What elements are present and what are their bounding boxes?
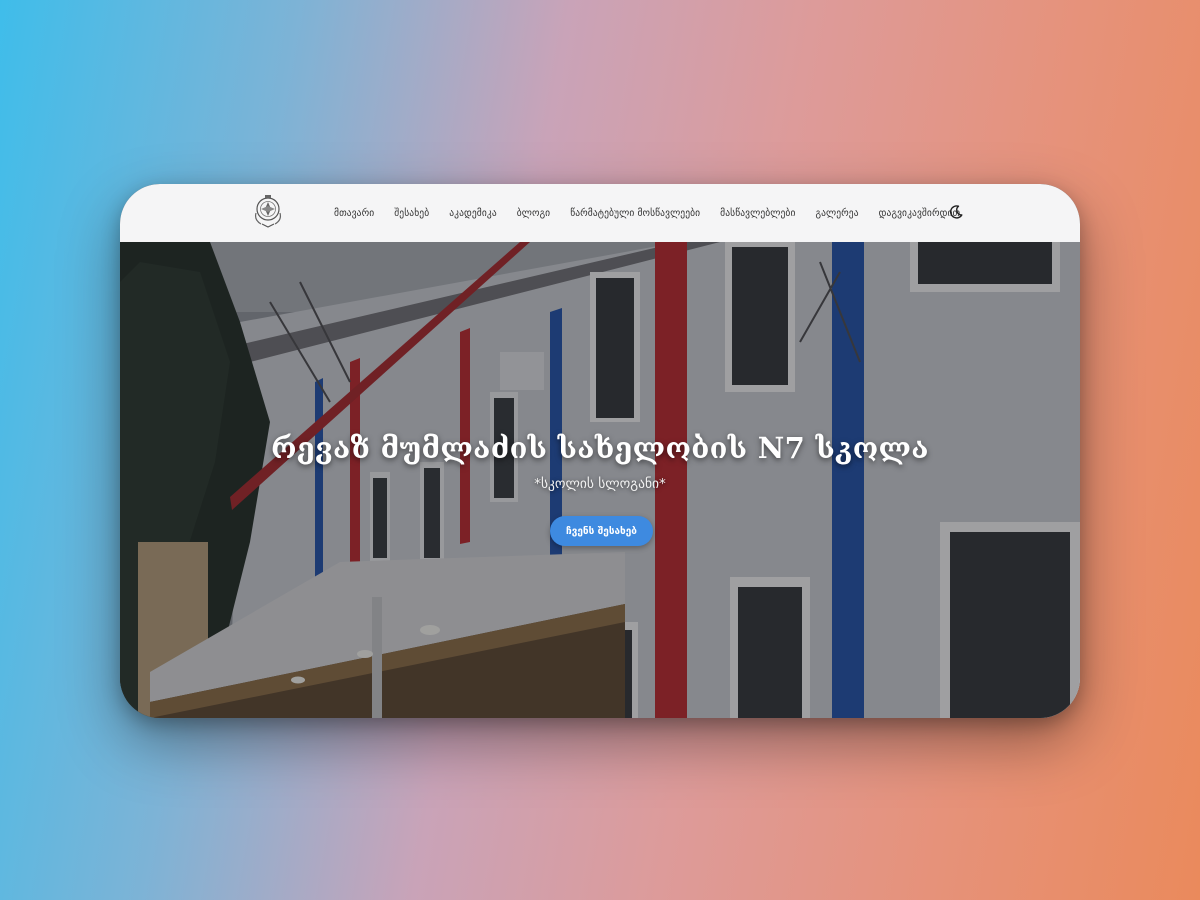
menu-item-gallery[interactable]: გალერეა xyxy=(815,208,858,219)
navbar: მთავარი შესახებ აკადემიკა ბლოგი წარმატებ… xyxy=(120,184,1080,242)
hero-slogan: *სკოლის სლოგანი* xyxy=(534,476,666,492)
hero-title: რევაზ მუმლაძის სახელობის N7 სკოლა xyxy=(271,431,929,466)
about-us-button[interactable]: ჩვენს შესახებ xyxy=(550,516,653,546)
main-menu: მთავარი შესახებ აკადემიკა ბლოგი წარმატებ… xyxy=(334,184,980,242)
school-emblem-icon[interactable] xyxy=(251,193,285,229)
menu-item-blog[interactable]: ბლოგი xyxy=(517,208,550,219)
menu-item-home[interactable]: მთავარი xyxy=(334,208,374,219)
menu-item-about[interactable]: შესახებ xyxy=(394,208,429,219)
moon-icon[interactable] xyxy=(948,204,964,220)
menu-item-successful-students[interactable]: წარმატებული მოსწავლეები xyxy=(570,208,700,219)
menu-item-teachers[interactable]: მასწავლებლები xyxy=(720,208,795,219)
menu-item-academics[interactable]: აკადემიკა xyxy=(449,208,497,219)
hero-section: რევაზ მუმლაძის სახელობის N7 სკოლა *სკოლი… xyxy=(120,242,1080,718)
browser-window: მთავარი შესახებ აკადემიკა ბლოგი წარმატებ… xyxy=(120,184,1080,718)
